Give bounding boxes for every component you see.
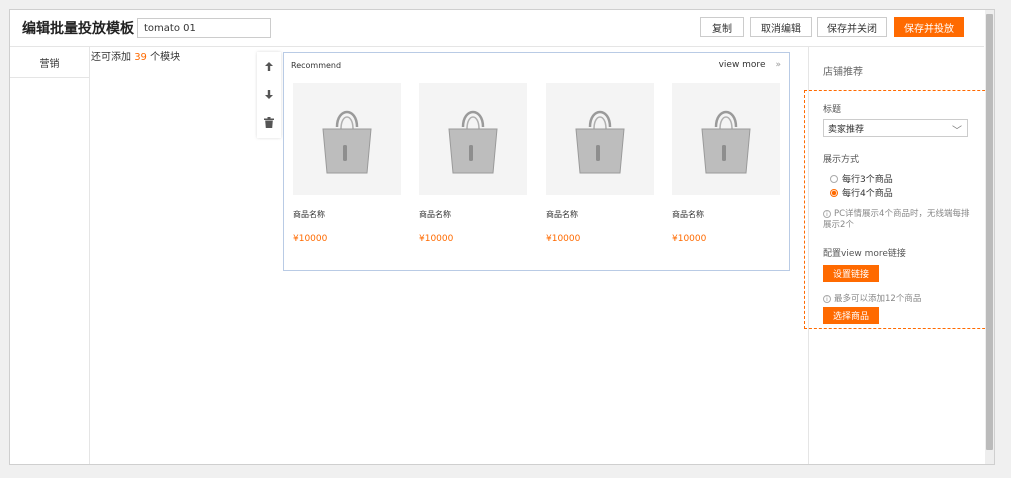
radio-circle-icon <box>830 174 838 183</box>
product-image <box>293 83 401 195</box>
radio-label: 每行3个商品 <box>842 175 893 185</box>
trash-icon <box>264 116 274 128</box>
remaining-modules-text: 还可添加 39 个模块 <box>91 48 180 63</box>
module-toolbar <box>257 52 281 138</box>
handbag-icon <box>575 110 625 174</box>
left-sidebar: 营销 <box>10 47 90 464</box>
display-note-text: PC详情展示4个商品时，无线端每排展示2个 <box>823 209 970 230</box>
settings-panel: 店铺推荐 标题 卖家推荐 ﹀ 展示方式 每行3个商品 每行4个商品 i PC详情展… <box>804 47 994 464</box>
scroll-thumb[interactable] <box>986 14 993 450</box>
product-price: ¥10000 <box>546 234 581 244</box>
recommend-module[interactable]: Recommend view more » 商品名称 ¥10000 商品名称 ¥… <box>283 52 790 271</box>
product-name: 商品名称 <box>546 210 578 219</box>
radio-label: 每行4个商品 <box>842 189 893 199</box>
remaining-prefix: 还可添加 <box>91 52 131 63</box>
set-link-button[interactable]: 设置链接 <box>823 265 880 282</box>
save-and-publish-button[interactable]: 保存并投放 <box>894 17 964 37</box>
title-label: 标题 <box>823 105 842 115</box>
info-icon: i <box>823 295 831 303</box>
editor-window: 编辑批量投放模板 复制 取消编辑 保存并关闭 保存并投放 营销 还可添加 39 … <box>9 9 995 465</box>
arrow-up-icon <box>265 61 273 71</box>
product-price: ¥10000 <box>672 234 707 244</box>
product-card[interactable]: 商品名称 ¥10000 <box>419 83 527 244</box>
select-products-button[interactable]: 选择商品 <box>823 307 880 324</box>
view-more-link-label: 配置view more链接 <box>823 249 906 259</box>
sidebar-item-marketing[interactable]: 营销 <box>10 47 89 78</box>
remaining-suffix: 个模块 <box>150 52 181 63</box>
title-select-value: 卖家推荐 <box>828 124 865 135</box>
max-products-note: i 最多可以添加12个商品 <box>823 294 973 305</box>
template-name-input[interactable] <box>137 18 271 38</box>
cancel-edit-button[interactable]: 取消编辑 <box>750 17 812 37</box>
arrow-down-icon <box>265 89 273 99</box>
page-title: 编辑批量投放模板 <box>22 21 134 37</box>
save-and-close-button[interactable]: 保存并关闭 <box>817 17 887 37</box>
display-note: i PC详情展示4个商品时，无线端每排展示2个 <box>823 209 973 231</box>
radio-4-per-row[interactable]: 每行4个商品 <box>830 186 893 199</box>
handbag-icon <box>701 110 751 174</box>
info-icon: i <box>823 210 831 218</box>
product-name: 商品名称 <box>293 210 325 219</box>
remaining-count: 39 <box>134 52 147 63</box>
move-up-button[interactable] <box>257 52 281 80</box>
product-image <box>546 83 654 195</box>
panel-title: 店铺推荐 <box>823 67 863 78</box>
view-more-label: view more <box>718 60 766 70</box>
header-bar: 编辑批量投放模板 复制 取消编辑 保存并关闭 保存并投放 <box>10 10 984 47</box>
product-name: 商品名称 <box>672 210 704 219</box>
product-price: ¥10000 <box>293 234 328 244</box>
vertical-scrollbar[interactable] <box>985 10 994 464</box>
product-image <box>672 83 780 195</box>
delete-module-button[interactable] <box>257 108 281 136</box>
handbag-icon <box>448 110 498 174</box>
max-products-note-text: 最多可以添加12个商品 <box>834 294 922 304</box>
radio-checked-icon <box>830 188 838 197</box>
product-name: 商品名称 <box>419 210 451 219</box>
view-more-link[interactable]: view more » <box>719 60 781 70</box>
copy-button[interactable]: 复制 <box>700 17 744 37</box>
product-card[interactable]: 商品名称 ¥10000 <box>546 83 654 244</box>
move-down-button[interactable] <box>257 80 281 108</box>
product-image <box>419 83 527 195</box>
module-title: Recommend <box>291 61 342 70</box>
display-mode-label: 展示方式 <box>823 155 860 165</box>
product-price: ¥10000 <box>419 234 454 244</box>
title-select[interactable]: 卖家推荐 ﹀ <box>823 119 968 137</box>
chevron-down-icon: ﹀ <box>952 126 962 137</box>
handbag-icon <box>322 110 372 174</box>
product-card[interactable]: 商品名称 ¥10000 <box>293 83 401 244</box>
double-chevron-right-icon: » <box>775 60 781 70</box>
radio-3-per-row[interactable]: 每行3个商品 <box>830 172 893 185</box>
product-card[interactable]: 商品名称 ¥10000 <box>672 83 780 244</box>
